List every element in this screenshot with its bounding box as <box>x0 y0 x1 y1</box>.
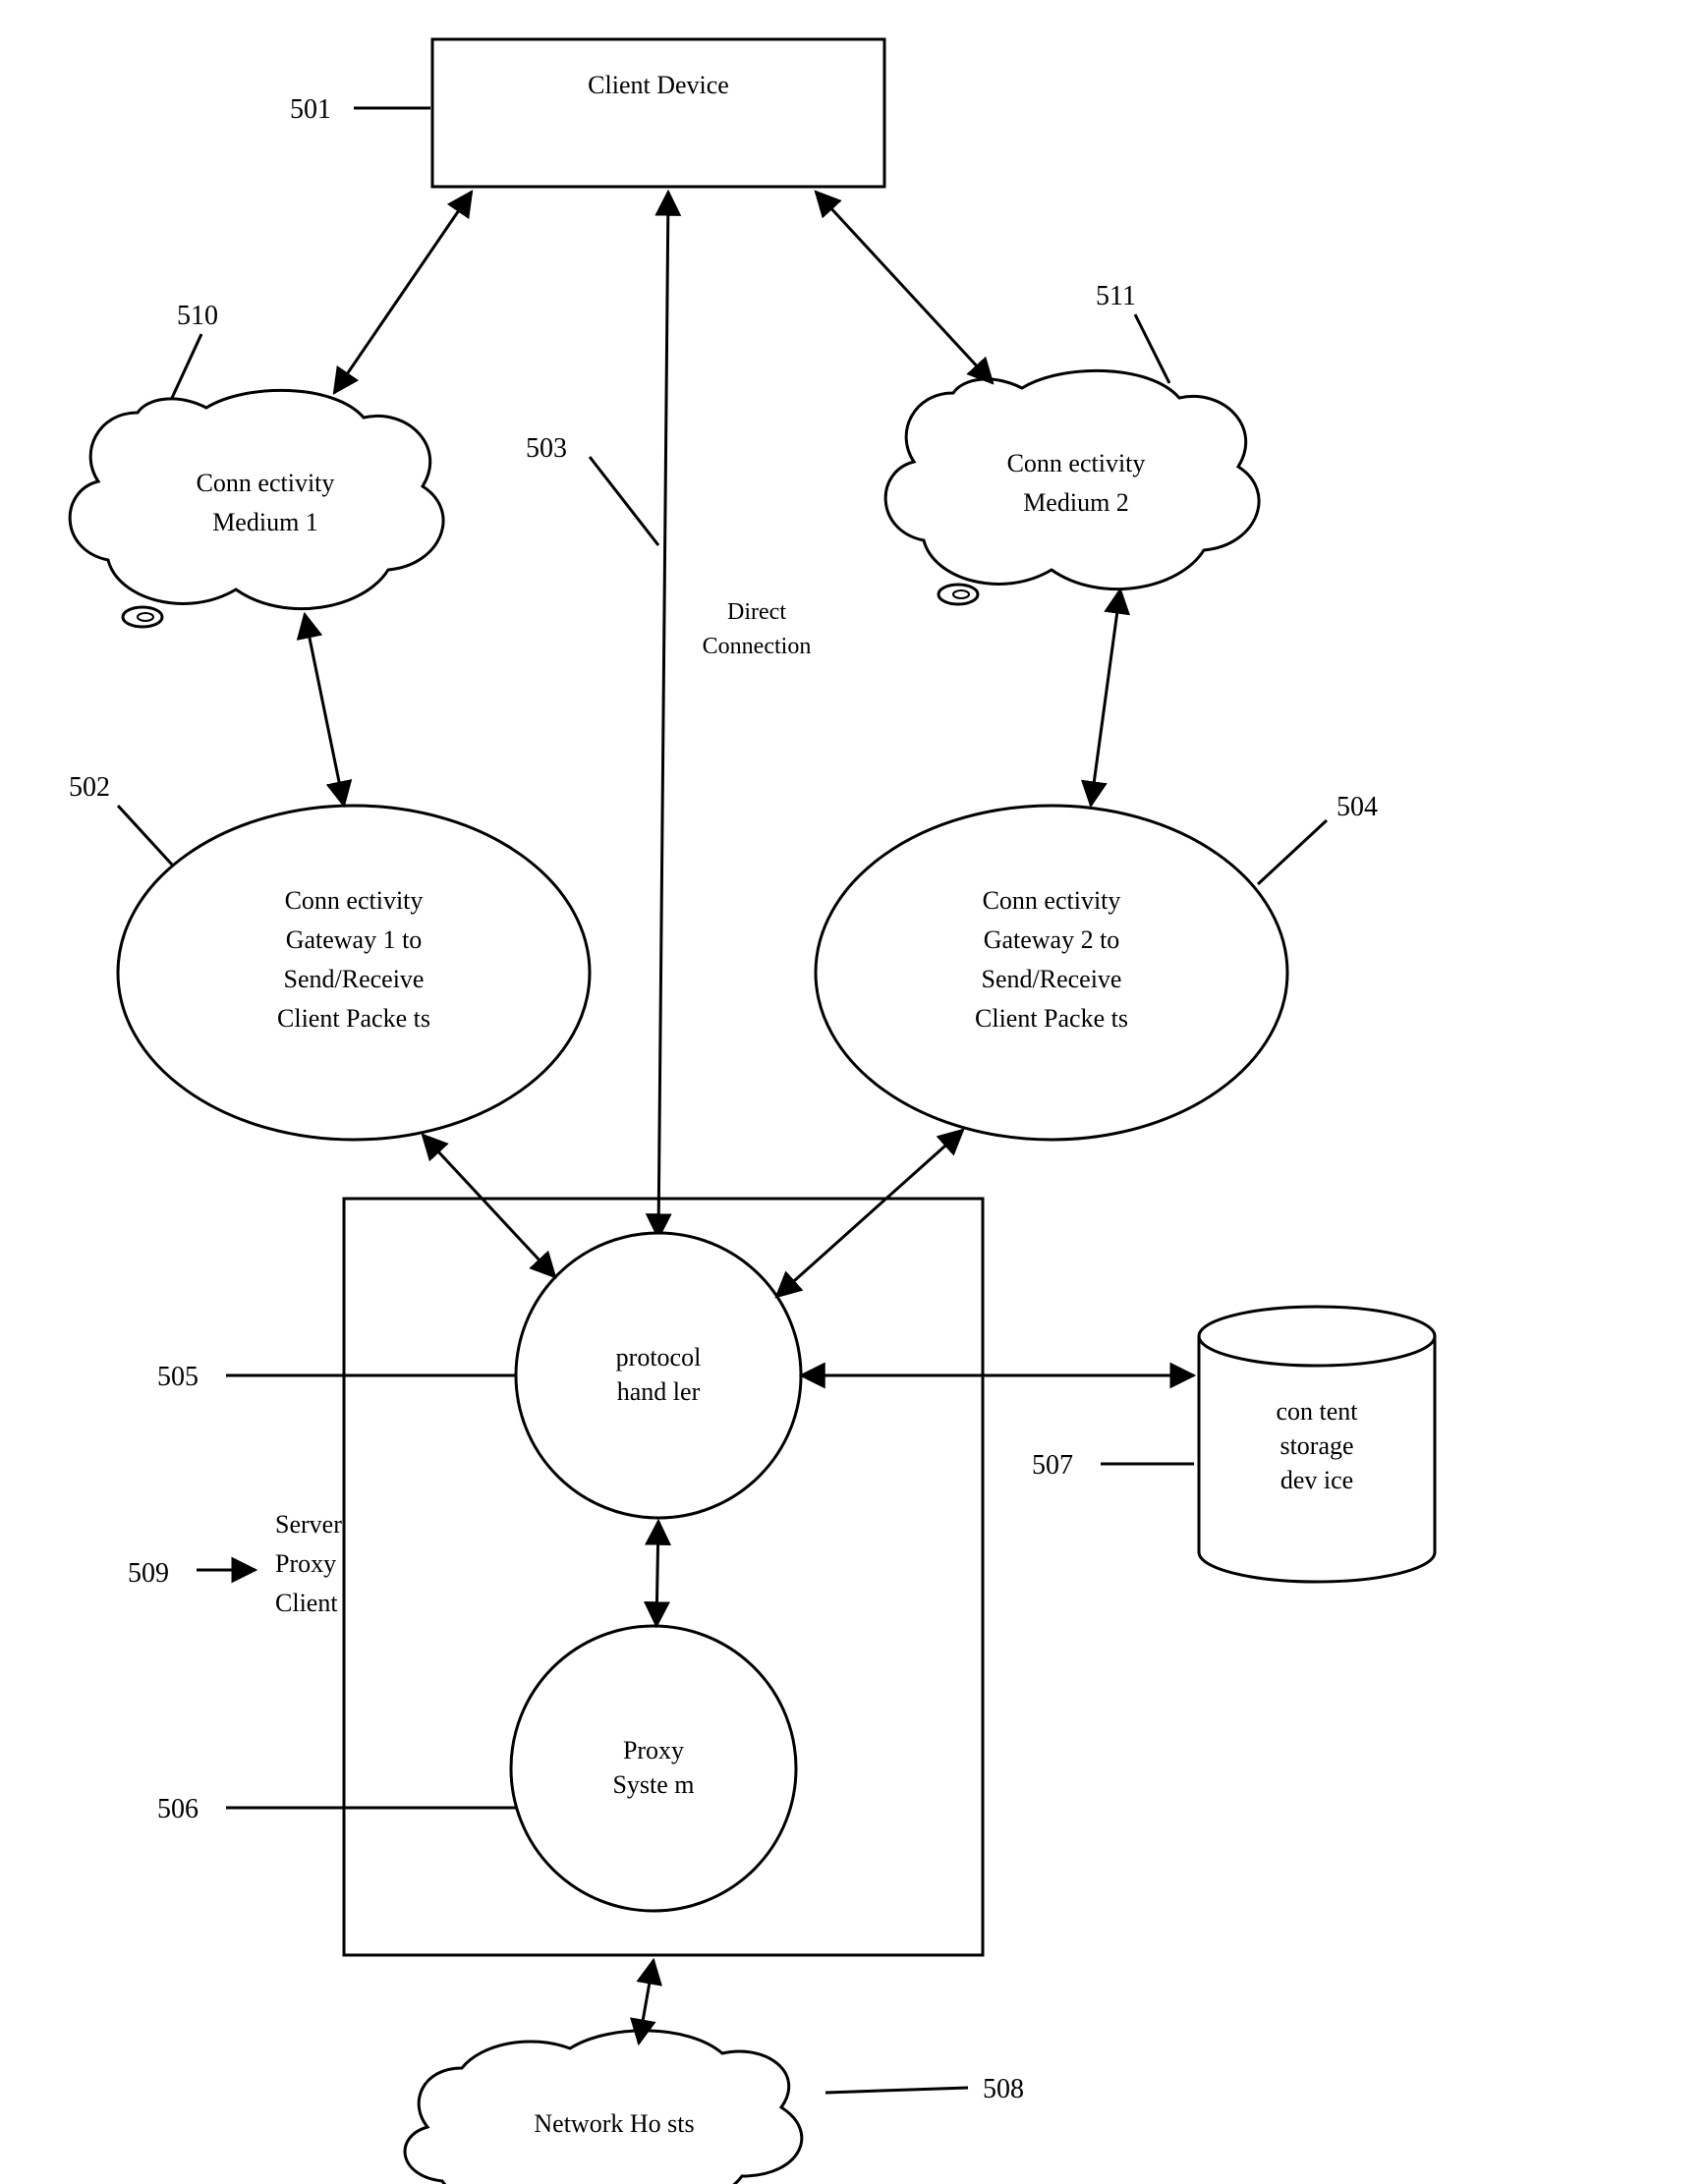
medium1-cloud: Conn ectivity Medium 1 <box>70 390 443 627</box>
svg-text:Connection: Connection <box>703 634 812 659</box>
svg-text:Server: Server <box>275 1510 342 1539</box>
ref-504: 504 <box>1258 792 1378 884</box>
svg-text:503: 503 <box>526 433 567 464</box>
svg-text:protocol: protocol <box>616 1343 702 1372</box>
svg-text:con tent: con tent <box>1276 1397 1358 1426</box>
svg-text:Direct: Direct <box>727 599 786 625</box>
svg-text:hand ler: hand ler <box>617 1377 701 1406</box>
network-hosts-cloud: Network Ho sts <box>405 2031 802 2184</box>
svg-text:Send/Receive: Send/Receive <box>982 965 1122 993</box>
protocol-proxy-arrow <box>656 1521 658 1626</box>
svg-text:510: 510 <box>177 301 218 331</box>
proxy-system-circle: Proxy Syste m <box>511 1626 796 1911</box>
ref-509: 509 <box>128 1558 256 1589</box>
ref-511: 511 <box>1096 281 1169 383</box>
ref-510: 510 <box>172 301 218 398</box>
ref-507: 507 <box>1032 1450 1194 1481</box>
svg-text:Gateway 1 to: Gateway 1 to <box>286 925 423 954</box>
svg-text:507: 507 <box>1032 1450 1073 1481</box>
gateway2-protocol-arrow <box>776 1130 963 1297</box>
ref-501: 501 <box>290 94 430 125</box>
server-proxy-client-label: Server Proxy Client <box>275 1510 342 1617</box>
svg-text:Conn ectivity: Conn ectivity <box>285 886 424 915</box>
network-hosts-label: Network Ho sts <box>534 2109 694 2138</box>
svg-text:506: 506 <box>157 1794 199 1824</box>
ref-505: 505 <box>157 1362 516 1392</box>
svg-text:508: 508 <box>983 2074 1024 2104</box>
svg-text:Syste m: Syste m <box>612 1770 694 1799</box>
client-medium2-arrow <box>816 192 993 383</box>
direct-connection-arrow <box>658 192 668 1238</box>
medium2-gateway2-arrow <box>1091 589 1120 806</box>
gateway2-ellipse: Conn ectivity Gateway 2 to Send/Receive … <box>816 806 1287 1140</box>
ref-508: 508 <box>825 2074 1024 2104</box>
svg-text:509: 509 <box>128 1558 169 1589</box>
client-device-label: Client Device <box>588 71 729 99</box>
svg-text:511: 511 <box>1096 281 1136 311</box>
medium2-cloud: Conn ectivity Medium 2 <box>885 370 1259 604</box>
svg-text:505: 505 <box>157 1362 199 1392</box>
svg-text:501: 501 <box>290 94 331 125</box>
svg-text:Client: Client <box>275 1589 338 1617</box>
svg-text:Gateway 2 to: Gateway 2 to <box>984 925 1120 954</box>
gateway1-protocol-arrow <box>423 1135 555 1277</box>
content-storage-cylinder: con tent storage dev ice <box>1199 1307 1435 1582</box>
ref-503: 503 <box>526 433 658 545</box>
client-device-box: Client Device <box>432 39 884 187</box>
svg-text:502: 502 <box>69 772 110 803</box>
svg-text:Client Packe ts: Client Packe ts <box>277 1004 430 1033</box>
svg-text:Conn ectivity: Conn ectivity <box>1007 449 1146 477</box>
svg-text:dev ice: dev ice <box>1280 1466 1353 1494</box>
svg-text:Medium 2: Medium 2 <box>1023 488 1129 517</box>
svg-text:storage: storage <box>1280 1431 1353 1460</box>
svg-text:Conn ectivity: Conn ectivity <box>983 886 1121 915</box>
svg-text:Proxy: Proxy <box>623 1736 684 1764</box>
svg-text:Conn ectivity: Conn ectivity <box>197 469 335 497</box>
svg-text:Client Packe ts: Client Packe ts <box>975 1004 1128 1033</box>
direct-connection-label: Direct Connection <box>703 599 812 659</box>
ref-506: 506 <box>157 1794 516 1824</box>
svg-text:Medium 1: Medium 1 <box>212 508 318 536</box>
svg-text:504: 504 <box>1336 792 1378 822</box>
ref-502: 502 <box>69 772 172 865</box>
medium1-gateway1-arrow <box>305 614 344 806</box>
svg-text:Proxy: Proxy <box>275 1549 336 1578</box>
client-medium1-arrow <box>334 192 472 393</box>
protocol-handler-circle: protocol hand ler <box>516 1233 801 1518</box>
svg-text:Send/Receive: Send/Receive <box>284 965 425 993</box>
gateway1-ellipse: Conn ectivity Gateway 1 to Send/Receive … <box>118 806 590 1140</box>
